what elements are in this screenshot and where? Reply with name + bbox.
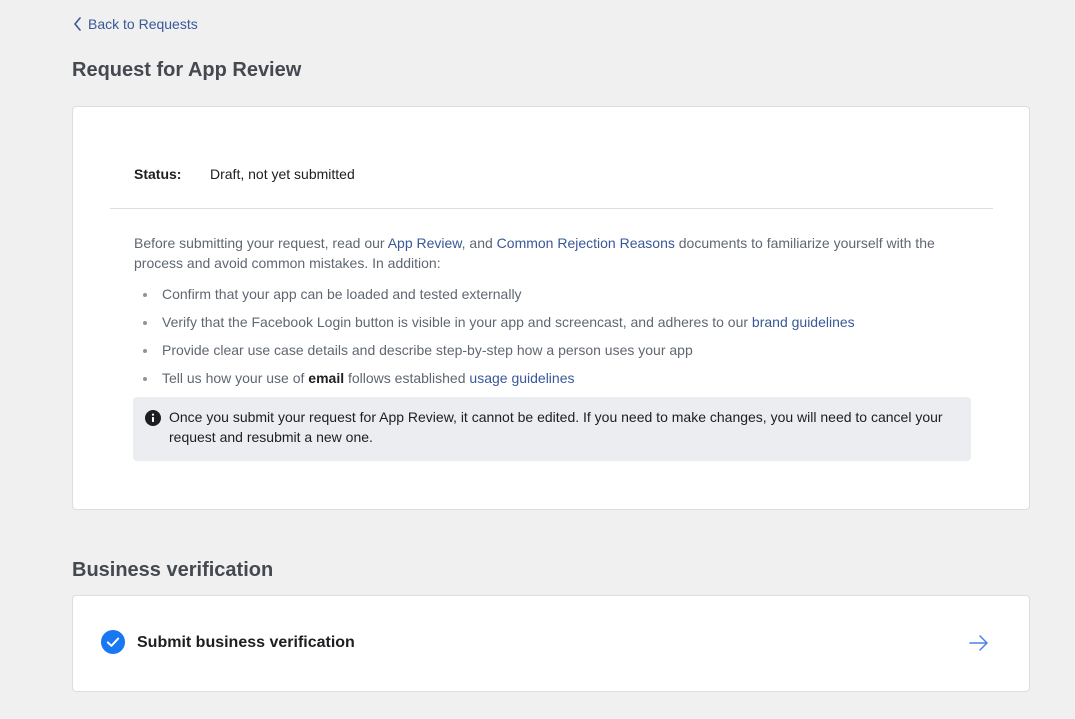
list-item: Provide clear use case details and descr… xyxy=(134,340,855,368)
list-item-text: Provide clear use case details and descr… xyxy=(162,342,693,358)
arrow-right-icon[interactable] xyxy=(969,634,989,652)
info-icon xyxy=(145,410,161,426)
bullet-icon xyxy=(143,321,147,325)
status-row: Status: Draft, not yet submitted xyxy=(134,165,355,183)
permission-name: email xyxy=(308,370,345,386)
bullet-icon xyxy=(143,293,147,297)
bullet-icon xyxy=(143,349,147,353)
intro-text: Before submitting your request, read our… xyxy=(134,233,974,273)
check-circle-icon xyxy=(101,630,125,654)
common-rejection-reasons-link[interactable]: Common Rejection Reasons xyxy=(497,235,675,251)
submit-business-verification-item[interactable]: Submit business verification xyxy=(72,595,1030,692)
list-item-text: Tell us how your use of xyxy=(162,370,309,386)
list-item: Tell us how your use of email follows es… xyxy=(134,368,855,396)
intro-part2: , and xyxy=(461,235,497,251)
page-title: Request for App Review xyxy=(72,59,302,81)
app-review-card: Status: Draft, not yet submitted Before … xyxy=(72,106,1030,510)
list-item: Verify that the Facebook Login button is… xyxy=(134,312,855,340)
notice-text: Once you submit your request for App Rev… xyxy=(169,409,943,445)
status-value: Draft, not yet submitted xyxy=(210,166,355,182)
business-verification-title: Business verification xyxy=(72,559,274,581)
list-item-text: Confirm that your app can be loaded and … xyxy=(162,286,522,302)
back-link-label: Back to Requests xyxy=(88,16,198,32)
edit-warning-notice: Once you submit your request for App Rev… xyxy=(133,397,971,461)
status-label: Status: xyxy=(134,166,182,182)
bullet-icon xyxy=(143,377,147,381)
chevron-left-icon xyxy=(74,17,81,31)
intro-part1: Before submitting your request, read our xyxy=(134,235,388,251)
brand-guidelines-link[interactable]: brand guidelines xyxy=(752,314,855,330)
requirements-list: Confirm that your app can be loaded and … xyxy=(134,284,855,396)
app-review-link[interactable]: App Review xyxy=(388,235,462,251)
list-item-text: follows established xyxy=(344,370,470,386)
back-to-requests-link[interactable]: Back to Requests xyxy=(73,14,198,34)
submit-business-verification-label: Submit business verification xyxy=(137,634,355,651)
divider xyxy=(110,208,993,209)
usage-guidelines-link[interactable]: usage guidelines xyxy=(469,370,574,386)
list-item-text: Verify that the Facebook Login button is… xyxy=(162,314,752,330)
list-item: Confirm that your app can be loaded and … xyxy=(134,284,855,312)
